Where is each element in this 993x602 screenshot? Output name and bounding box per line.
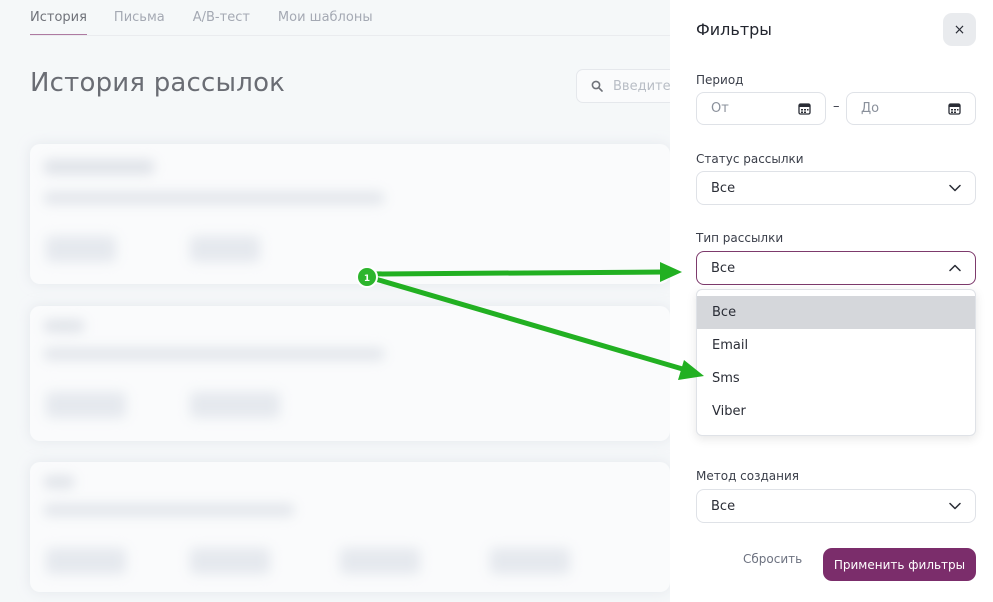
status-select-value: Все xyxy=(711,180,736,196)
calendar-icon[interactable] xyxy=(798,102,811,115)
method-select[interactable]: Все xyxy=(696,489,976,523)
calendar-icon[interactable] xyxy=(948,102,961,115)
type-label: Тип рассылки xyxy=(696,231,784,245)
close-icon: × xyxy=(953,21,966,38)
status-select[interactable]: Все xyxy=(696,171,976,205)
date-to-field[interactable] xyxy=(846,92,976,125)
type-option-sms[interactable]: Sms xyxy=(697,362,975,395)
period-separator: – xyxy=(833,99,840,114)
period-label: Период xyxy=(696,73,744,87)
type-select-value: Все xyxy=(711,260,736,276)
chevron-down-icon xyxy=(949,502,961,510)
date-from-field[interactable] xyxy=(696,92,826,125)
chevron-up-icon xyxy=(949,264,961,272)
chevron-down-icon xyxy=(949,184,961,192)
type-option-all[interactable]: Все xyxy=(697,296,975,329)
reset-button[interactable]: Сбросить xyxy=(743,552,802,566)
close-button[interactable]: × xyxy=(943,13,976,46)
history-page: История Письма A/B-тест Мои шаблоны Исто… xyxy=(0,0,696,602)
status-label: Статус рассылки xyxy=(696,152,804,166)
type-option-viber[interactable]: Viber xyxy=(697,395,975,428)
date-from-input[interactable] xyxy=(711,101,781,116)
overlay-backdrop[interactable] xyxy=(0,0,670,602)
filters-panel: Фильтры × Период – Статус рассылки Все Т… xyxy=(670,0,993,602)
panel-title: Фильтры xyxy=(696,20,772,39)
type-select[interactable]: Все xyxy=(696,251,976,285)
type-option-email[interactable]: Email xyxy=(697,329,975,362)
type-dropdown: Все Email Sms Viber xyxy=(696,289,976,436)
method-label: Метод создания xyxy=(696,469,800,483)
date-to-input[interactable] xyxy=(861,101,931,116)
apply-filters-button[interactable]: Применить фильтры xyxy=(823,548,976,581)
method-select-value: Все xyxy=(711,498,736,514)
